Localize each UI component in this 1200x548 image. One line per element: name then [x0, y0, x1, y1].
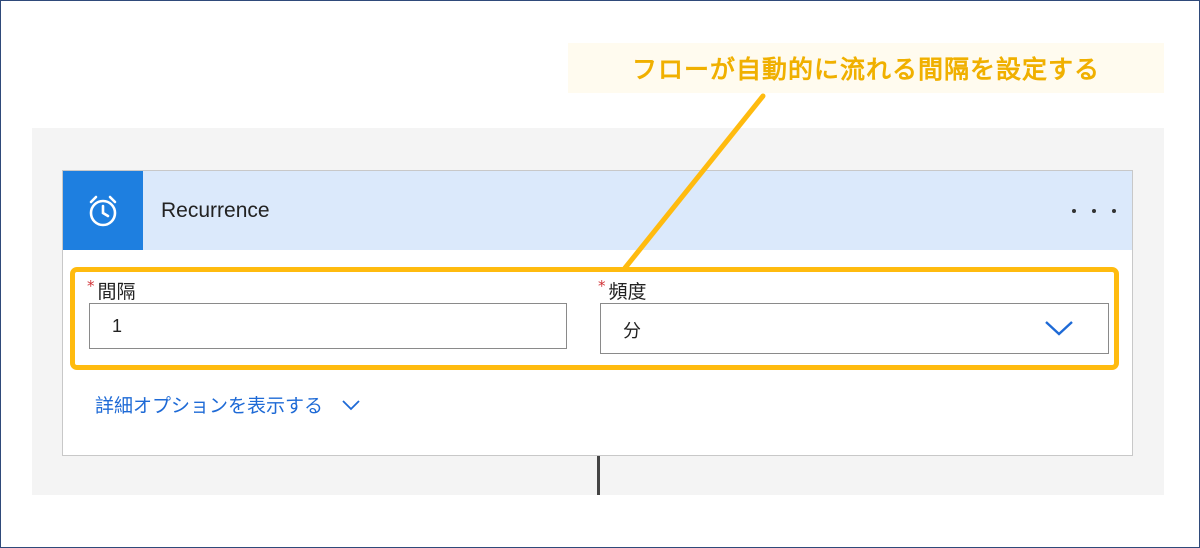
flow-connector-line: [597, 456, 600, 495]
annotation-callout-text: フローが自動的に流れる間隔を設定する: [631, 55, 1100, 84]
frequency-select[interactable]: 分: [600, 303, 1109, 354]
show-advanced-options-link[interactable]: 詳細オプションを表示する: [95, 391, 361, 418]
interval-label-text: 間隔: [97, 281, 136, 303]
recurrence-trigger-card: Recurrence *間隔 *頻度 分 詳細オプションを表示する: [62, 170, 1133, 456]
more-dot: [1112, 209, 1116, 213]
frequency-label-text: 頻度: [608, 281, 647, 303]
required-mark: *: [87, 277, 95, 295]
interval-label: * 間隔: [87, 277, 136, 304]
card-title: Recurrence: [161, 199, 270, 222]
chevron-down-icon: [1045, 321, 1073, 336]
frequency-select-value: 分: [623, 321, 641, 342]
more-dot: [1072, 209, 1076, 213]
more-options-icon[interactable]: [1072, 199, 1116, 223]
frequency-label: * 頻度: [598, 277, 647, 304]
alarm-clock-icon: [89, 195, 117, 226]
more-dot: [1092, 209, 1096, 213]
annotation-callout: フローが自動的に流れる間隔を設定する: [568, 43, 1164, 93]
card-header[interactable]: Recurrence: [63, 171, 1132, 250]
chevron-down-icon: [342, 399, 360, 410]
trigger-icon-box: [63, 171, 143, 250]
show-advanced-options-label: 詳細オプションを表示する: [95, 395, 324, 417]
interval-input[interactable]: [89, 303, 567, 349]
required-mark: *: [598, 277, 606, 295]
